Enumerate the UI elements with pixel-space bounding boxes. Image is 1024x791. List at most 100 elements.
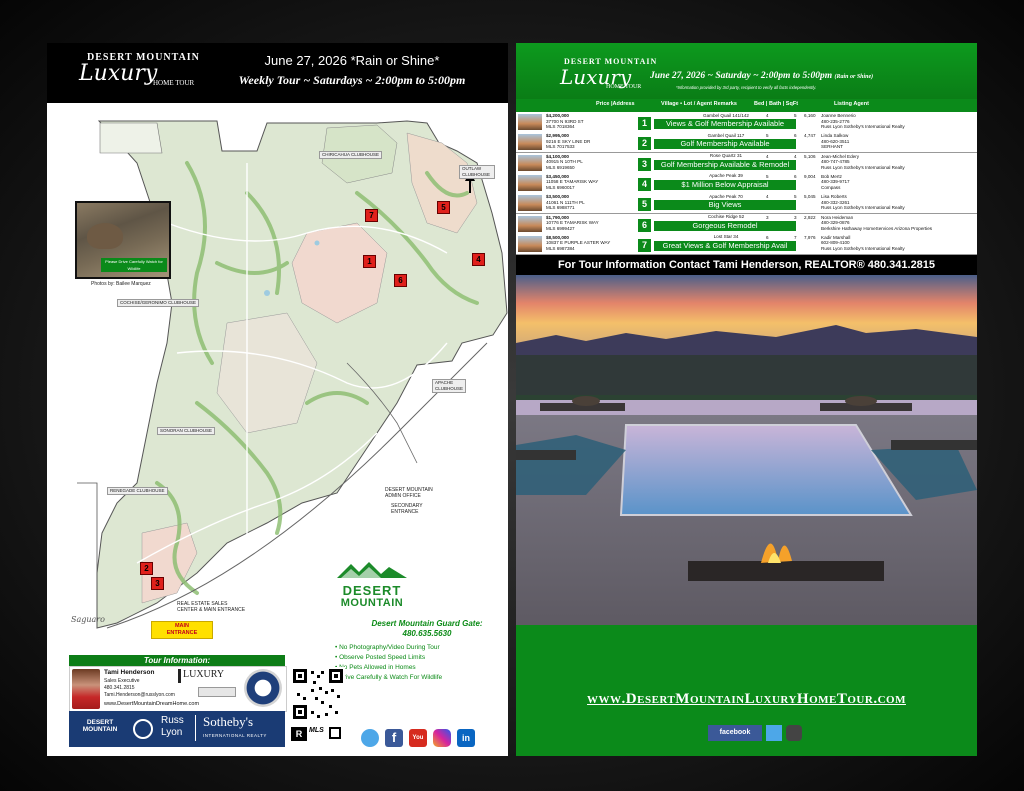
listing-thumbnail[interactable]	[518, 195, 542, 212]
listing-thumbnail[interactable]	[518, 215, 542, 232]
listing-sqft: 5,045	[804, 194, 816, 200]
label-outlaw: OUTLAW CLUBHOUSE	[459, 165, 495, 179]
map-pin-6[interactable]: 6	[394, 274, 407, 287]
rule-item: No Pets Allowed in Homes	[335, 663, 442, 673]
agent-title: Sales Executive	[104, 678, 140, 684]
listing-number: 3	[638, 157, 651, 171]
listing-address: 40915 N 10TH PL	[546, 159, 583, 165]
listing-number: 1	[638, 117, 651, 130]
listing-remark: $1 Million Below Appraisal	[654, 179, 796, 190]
russ-lyon-emblem-icon	[133, 719, 153, 739]
listing-price: $2,995,000	[546, 133, 569, 139]
listing-mls: MLS 6988771	[546, 205, 575, 211]
map-graphic	[47, 103, 508, 633]
instagram-icon[interactable]	[433, 729, 451, 747]
listing-row[interactable]: $2,995,000 9216 E SKY LINE DR MLS 7017533 2…	[516, 132, 977, 154]
linkedin-icon[interactable]: in	[457, 729, 475, 747]
listing-agent-phone: 480-747-4785	[821, 159, 850, 165]
listing-agent: Joanne Bennerio	[821, 113, 856, 118]
listing-row[interactable]: $4,100,000 40915 N 10TH PL MLS 6919650 3 Ros…	[516, 152, 977, 174]
label-apache: APACHE CLUBHOUSE	[432, 379, 466, 393]
facebook-icon[interactable]: f	[385, 729, 403, 747]
map-pin-7[interactable]: 7	[365, 209, 378, 222]
listing-bed: 4	[766, 153, 769, 159]
listing-price: $3,450,000	[546, 173, 569, 179]
listing-bath: 7	[794, 234, 797, 240]
listing-agent-phone: 480-620-3511	[821, 138, 850, 144]
wildlife-photo: Please Drive Carefully Watch for Wildlif…	[75, 201, 171, 279]
rule-item: Drive Carefully & Watch For Wildlife	[335, 673, 442, 683]
mls-logo: MLS	[309, 727, 324, 734]
bobcat-shape	[87, 223, 123, 249]
listing-bed: 6	[766, 234, 769, 240]
listing-remark: Golf Membership Available & Remodel	[654, 159, 796, 170]
qr-code[interactable]	[291, 667, 345, 721]
listing-address: 37700 N 93RD ST	[546, 118, 584, 124]
map-pin-5[interactable]: 5	[437, 201, 450, 214]
listing-brokerage: Russ Lyon Sotheby's International Realty	[821, 124, 905, 129]
listing-sqft: 6,160	[804, 113, 816, 118]
listing-agent-phone: 480-339-9717	[821, 179, 850, 185]
map-pin-4[interactable]: 4	[472, 253, 485, 266]
tour-rules: No Photography/Video During Tour Observe…	[335, 643, 442, 683]
listing-village: Apache Peak 39	[709, 173, 743, 179]
wildlife-caption: Please Drive Carefully Watch for Wildlif…	[101, 258, 167, 272]
listing-agent: Linda Salkow	[821, 133, 849, 139]
listing-price: $3,500,000	[546, 194, 569, 200]
agent-phone: 480.341.2815	[104, 685, 135, 691]
listing-remark: Golf Membership Available	[654, 139, 796, 150]
listing-village: Cochise Ridge 52	[707, 214, 745, 219]
agent-name: Tami Henderson	[104, 669, 155, 676]
listing-row[interactable]: $8,500,000 10837 E PURPLE ASTER WAY MLS 69…	[516, 233, 977, 255]
listing-row[interactable]: $4,200,000 37700 N 93RD ST MLS 7018364 1 Gam…	[516, 112, 977, 133]
footer-divider	[195, 715, 196, 741]
listing-bath: 4	[794, 153, 797, 159]
footer-intl-realty: INTERNATIONAL REALTY	[203, 733, 267, 738]
youtube-icon[interactable]: You	[409, 729, 427, 747]
agent-website[interactable]: www.DesertMountainDreamHome.com	[104, 701, 199, 707]
listing-bath: 6	[794, 133, 797, 139]
map-pin-3[interactable]: 3	[151, 577, 164, 590]
contact-bar: For Tour Information Contact Tami Hender…	[516, 255, 977, 275]
listing-agent-phone: 480-329-0876	[821, 220, 850, 225]
r-disclaimer: *Information provided by 3rd party, reci…	[676, 85, 817, 90]
listing-thumbnail[interactable]	[518, 134, 542, 151]
map-pin-2[interactable]: 2	[140, 562, 153, 575]
listing-bath: 5	[794, 194, 797, 200]
listing-sqft: 5,106	[804, 153, 816, 159]
listing-mls: MLS 7017533	[546, 144, 575, 150]
map-pin-1[interactable]: 1	[363, 255, 376, 268]
listing-thumbnail[interactable]	[518, 154, 542, 171]
r-instagram-icon[interactable]	[786, 725, 802, 741]
tour-website-link[interactable]: www.DesertMountainLuxuryHomeTour.com	[516, 691, 977, 708]
listing-bed: 4	[766, 113, 769, 118]
listings-table: $4,200,000 37700 N 93RD ST MLS 7018364 1 Gam…	[516, 112, 977, 255]
facebook-badge[interactable]: facebook	[708, 725, 762, 741]
photo-credit: Photos by: Bailee Marquez	[91, 281, 151, 287]
listing-thumbnail[interactable]	[518, 174, 542, 191]
listing-number: 2	[638, 137, 651, 151]
listing-village: Apache Peak 70	[709, 193, 743, 199]
listing-village: Rose Quartz 31	[709, 153, 743, 159]
listing-row[interactable]: $1,790,000 10776 E TAMARISK WAY MLS 699942…	[516, 213, 977, 235]
listing-mls: MLS 6919650	[546, 164, 575, 170]
listing-brokerage: SERHANT	[821, 144, 843, 150]
r-twitter-icon[interactable]	[766, 725, 782, 741]
pool-sunset-graphic	[516, 275, 977, 625]
listing-price: $4,100,000	[546, 153, 569, 159]
listing-thumbnail[interactable]	[518, 235, 542, 252]
listing-row[interactable]: $3,450,000 11058 E TAMARISK WAY MLS 696001…	[516, 172, 977, 194]
agent-photo	[72, 669, 100, 709]
agent-email[interactable]: Tami.Henderson@russlyon.com	[104, 692, 175, 698]
listing-agent: Bob Mertz	[821, 173, 842, 179]
twitter-icon[interactable]	[361, 729, 379, 747]
listing-thumbnail[interactable]	[518, 114, 542, 130]
equal-housing-icon	[329, 727, 341, 739]
guard-gate-phone: 480.635.5630	[402, 629, 452, 638]
qr-code-graphic	[293, 669, 343, 719]
listing-sqft: 7,976	[804, 234, 816, 240]
map-flyer-panel: DESERT MOUNTAIN Luxury HOME TOUR June 27…	[47, 43, 508, 756]
listing-number: 6	[638, 218, 651, 232]
listing-row[interactable]: $3,500,000 41061 N 111TH PL MLS 6988771 5 Ap…	[516, 193, 977, 215]
luxury-portfolio-logo: LUXURY	[178, 669, 243, 683]
